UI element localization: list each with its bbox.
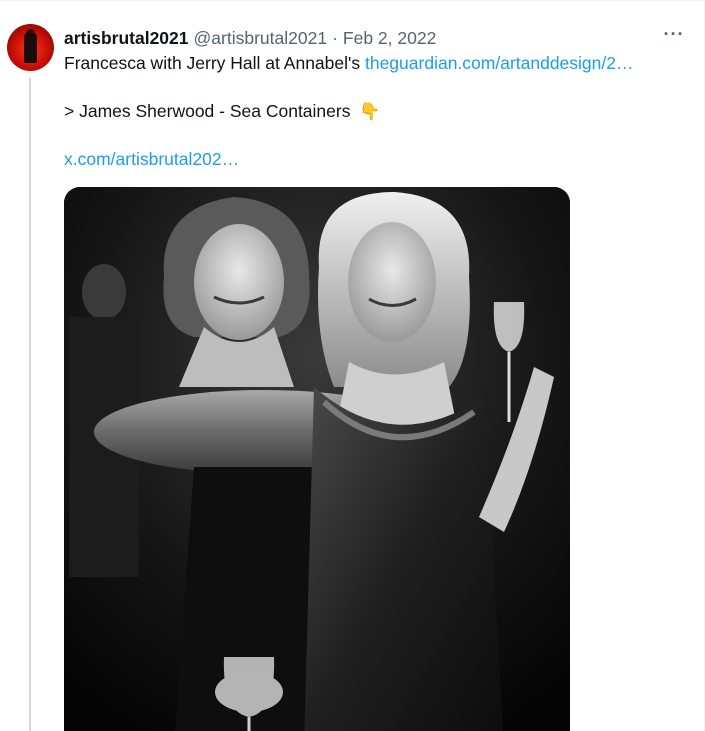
display-name[interactable]: artisbrutal2021 (64, 28, 189, 49)
tweet-photo[interactable] (64, 187, 570, 731)
user-handle[interactable]: @artisbrutal2021 (194, 28, 328, 49)
avatar[interactable] (7, 24, 54, 71)
tweet-text-line: Francesca with Jerry Hall at Annabel's t… (64, 51, 634, 75)
photo-icon (64, 187, 570, 731)
guardian-link[interactable]: theguardian.com/artanddesign/2… (365, 53, 634, 73)
more-horizontal-icon[interactable]: ··· (662, 22, 686, 46)
x-link[interactable]: x.com/artisbrutal202… (64, 149, 239, 169)
tweet-text-line: x.com/artisbrutal202… (64, 147, 239, 171)
tweet-header: artisbrutal2021 @artisbrutal2021 · Feb 2… (64, 26, 436, 50)
avatar-figure (24, 33, 37, 63)
tweet-date[interactable]: Feb 2, 2022 (343, 28, 436, 49)
tweet-article[interactable]: artisbrutal2021 @artisbrutal2021 · Feb 2… (0, 0, 705, 731)
tweet-text: Francesca with Jerry Hall at Annabel's (64, 53, 365, 73)
pointing-down-emoji-icon: 👇 (359, 102, 381, 121)
divider (0, 0, 705, 1)
tweet-text: > James Sherwood - Sea Containers (64, 101, 356, 121)
thread-line (29, 78, 31, 731)
separator-dot: · (332, 27, 338, 48)
tweet-text-line: > James Sherwood - Sea Containers 👇 (64, 99, 381, 124)
